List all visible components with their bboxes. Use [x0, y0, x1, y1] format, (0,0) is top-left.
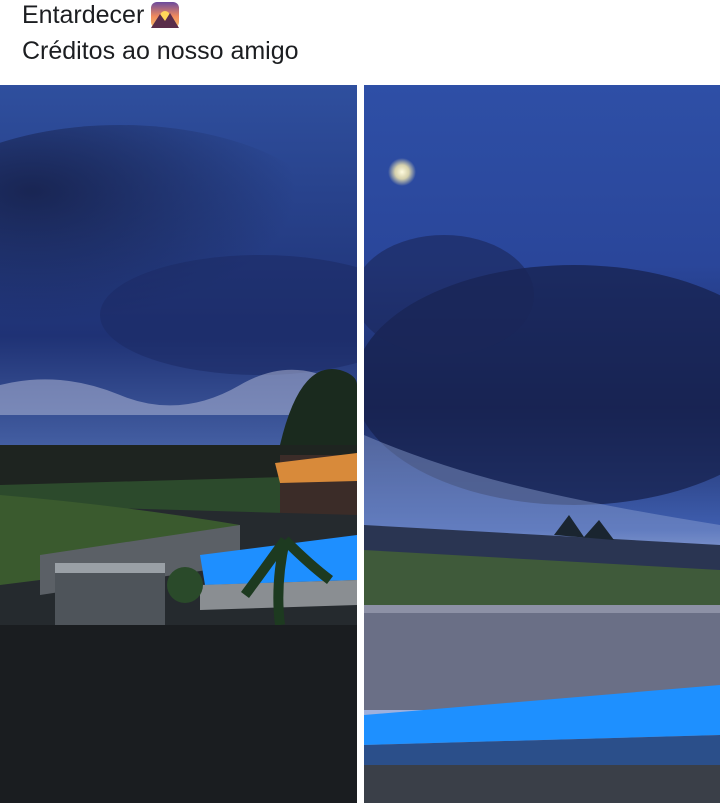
evening-pool-photo-left[interactable]: [0, 85, 357, 803]
sunset-over-mountains-icon: [150, 0, 180, 30]
post-caption: Entardecer Créditos ao nosso amigo: [22, 0, 702, 84]
caption-title-line: Entardecer: [22, 0, 180, 30]
caption-credits-text: Créditos ao nosso amigo: [22, 37, 299, 65]
evening-sky-moon-pool-photo-right[interactable]: [364, 85, 720, 803]
caption-title-text: Entardecer: [22, 1, 145, 29]
